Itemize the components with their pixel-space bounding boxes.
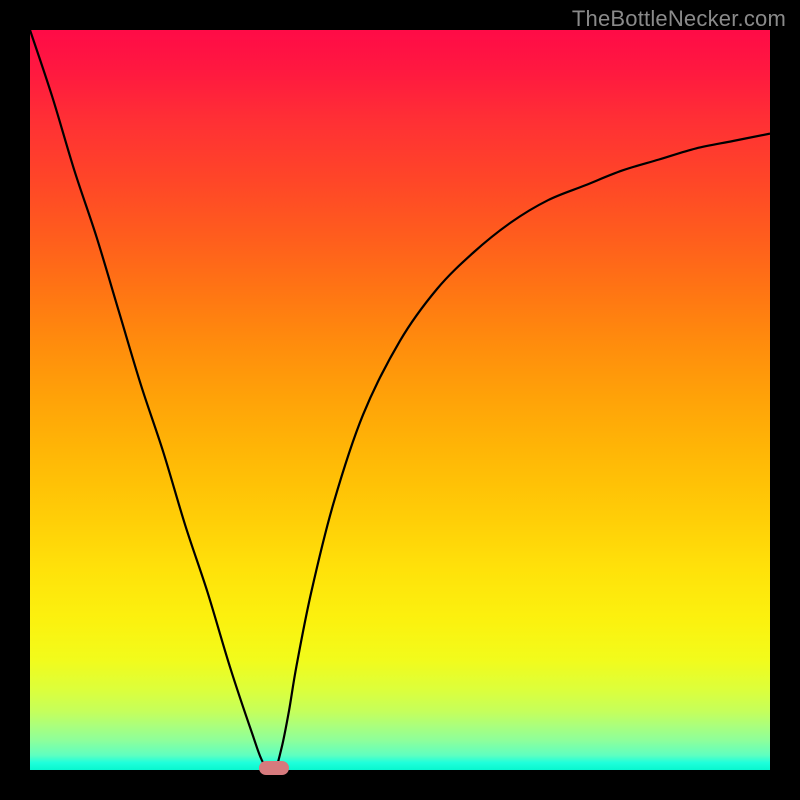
chart-frame: TheBottleNecker.com <box>0 0 800 800</box>
bottleneck-curve <box>30 30 770 770</box>
plot-area <box>30 30 770 770</box>
minimum-marker <box>259 761 289 776</box>
watermark-text: TheBottleNecker.com <box>572 6 786 32</box>
